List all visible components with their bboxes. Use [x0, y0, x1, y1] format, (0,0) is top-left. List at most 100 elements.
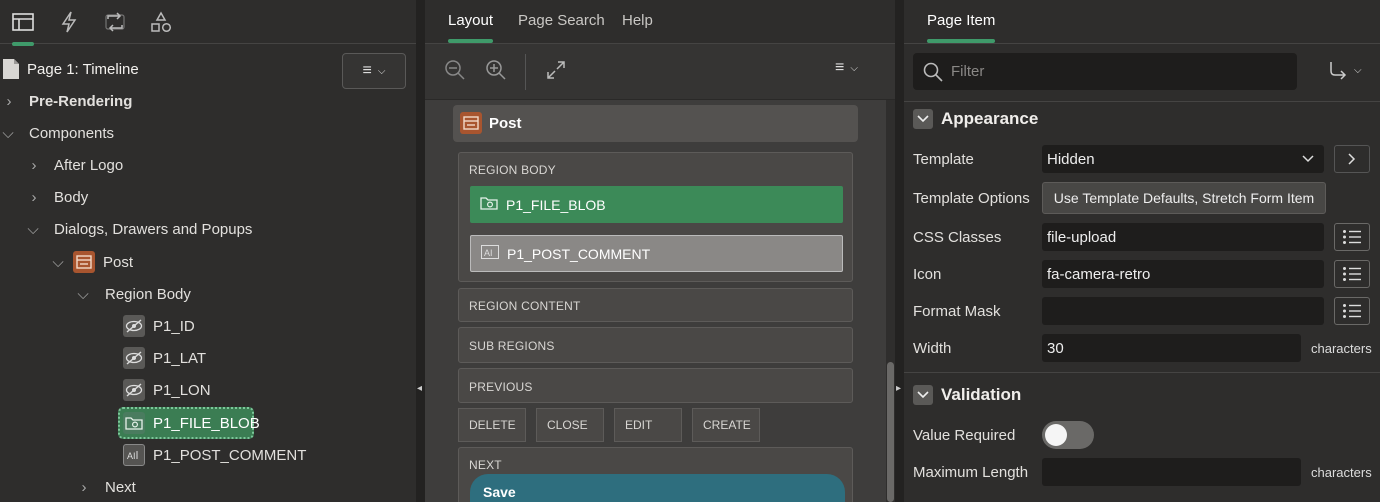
layout-item-post-comment[interactable]: AI P1_POST_COMMENT: [470, 235, 843, 272]
page-icon: [3, 59, 19, 79]
template-select[interactable]: Hidden: [1042, 145, 1324, 173]
format-mask-label: Format Mask: [913, 303, 1001, 320]
hidden-item-icon: [123, 315, 145, 337]
button-create[interactable]: CREATE: [692, 408, 760, 442]
tab-help[interactable]: Help: [622, 12, 653, 29]
tree-label: P1_ID: [153, 317, 195, 335]
tree-node-pre-rendering[interactable]: › Pre-Rendering: [0, 86, 416, 116]
section-appearance-header[interactable]: Appearance: [913, 104, 1038, 134]
tree-node-item[interactable]: P1_ID: [0, 311, 416, 341]
shared-components-tab[interactable]: [148, 10, 174, 34]
tree-node-item-selected[interactable]: P1_FILE_BLOB: [0, 408, 416, 438]
textarea-item-icon: AI: [481, 245, 499, 262]
filter-input[interactable]: [951, 63, 1271, 80]
template-options-button[interactable]: Use Template Defaults, Stretch Form Item: [1042, 182, 1326, 214]
layout-menu-button[interactable]: ≡ ⌵: [835, 59, 858, 77]
toolbar-divider: [525, 54, 526, 90]
chevron-down-icon: ⌵: [377, 65, 386, 77]
region-content-slot[interactable]: REGION CONTENT: [458, 288, 853, 322]
css-classes-list-button[interactable]: [1334, 223, 1370, 251]
region-title: Post: [489, 115, 522, 132]
tree-label: Body: [54, 188, 89, 206]
zoom-in-icon: [486, 60, 506, 80]
layout-canvas: Post REGION BODY P1_FILE_BLOB AI P1_POST…: [425, 100, 895, 502]
tree-node-after-logo[interactable]: › After Logo: [0, 150, 416, 180]
chevron-down-icon: [1302, 155, 1314, 163]
rendering-tree-pane: Page 1: Timeline ≡ ⌵ › Pre-Rendering ⌵ C…: [0, 0, 416, 502]
sub-regions-slot[interactable]: SUB REGIONS: [458, 327, 853, 363]
previous-slot[interactable]: PREVIOUS: [458, 368, 853, 403]
item-label: P1_FILE_BLOB: [506, 196, 606, 213]
tree-node-region-body[interactable]: ⌵ Region Body: [0, 279, 416, 309]
right-splitter[interactable]: ▸: [895, 0, 904, 502]
template-label: Template: [913, 151, 974, 168]
chevron-right-icon: [1348, 153, 1356, 165]
tree-node-item[interactable]: P1_LON: [0, 375, 416, 405]
zoom-out-button[interactable]: [443, 58, 467, 82]
property-editor-pane: Page Item ⌵ Appearance Template Hidden T…: [904, 0, 1380, 502]
rendering-tab[interactable]: [10, 10, 36, 46]
chevron-down-icon: [913, 385, 933, 405]
region-icon: [73, 251, 95, 273]
layout-item-file-blob[interactable]: P1_FILE_BLOB: [470, 186, 843, 223]
tree-node-next[interactable]: › Next: [0, 472, 416, 502]
icon-label: Icon: [913, 266, 942, 283]
tree-node-item[interactable]: P1_LAT: [0, 343, 416, 373]
value-required-toggle[interactable]: [1042, 421, 1094, 449]
go-to-group-button[interactable]: ⌵: [1328, 60, 1362, 80]
format-mask-field[interactable]: [1042, 297, 1324, 325]
tree-node-post[interactable]: ⌵ Post: [0, 247, 416, 277]
left-splitter[interactable]: ◂: [416, 0, 425, 502]
region-icon: [460, 112, 482, 134]
tree-label: Components: [29, 124, 115, 142]
tree-label: Dialogs, Drawers and Popups: [54, 220, 253, 238]
chevron-right-icon: ›: [31, 156, 37, 174]
processing-tab[interactable]: [102, 10, 128, 34]
tree-label: Pre-Rendering: [29, 92, 133, 110]
file-upload-icon: [123, 412, 145, 434]
width-field[interactable]: 30: [1042, 334, 1301, 362]
tab-layout[interactable]: Layout: [448, 12, 494, 43]
chevron-down-icon: ⌵: [27, 220, 39, 238]
middle-tabbar: Layout Page Search Help: [425, 0, 895, 44]
region-post-header[interactable]: Post: [453, 105, 858, 142]
button-delete[interactable]: DELETE: [458, 408, 526, 442]
tree-node-item[interactable]: AI P1_POST_COMMENT: [0, 440, 416, 470]
css-classes-field[interactable]: file-upload: [1042, 223, 1324, 251]
next-slot[interactable]: NEXT Save: [458, 447, 853, 502]
button-edit[interactable]: EDIT: [614, 408, 682, 442]
tree-menu-button[interactable]: ≡ ⌵: [342, 53, 406, 89]
hamburger-icon: ≡: [835, 59, 845, 76]
expand-button[interactable]: [544, 58, 568, 82]
dynamic-actions-tab[interactable]: [56, 10, 82, 34]
tab-page-search[interactable]: Page Search: [518, 12, 605, 29]
scrollbar-thumb[interactable]: [887, 362, 894, 502]
slot-label: SUB REGIONS: [469, 339, 555, 353]
divider: [904, 101, 1380, 102]
format-mask-list-button[interactable]: [1334, 297, 1370, 325]
tab-page-item[interactable]: Page Item: [927, 12, 996, 43]
tree-label: Next: [105, 478, 136, 496]
region-body-slot[interactable]: REGION BODY P1_FILE_BLOB AI P1_POST_COMM…: [458, 152, 853, 282]
hidden-item-icon: [123, 347, 145, 369]
textarea-item-icon: AI: [123, 444, 145, 466]
save-button[interactable]: Save: [470, 474, 845, 502]
toggle-knob: [1045, 424, 1067, 446]
tree-node-components[interactable]: ⌵ Components: [0, 118, 416, 148]
button-close[interactable]: CLOSE: [536, 408, 604, 442]
item-label: P1_POST_COMMENT: [507, 245, 651, 262]
layout-scrollbar[interactable]: [886, 100, 895, 502]
tree-label: P1_POST_COMMENT: [153, 446, 307, 464]
icon-field[interactable]: fa-camera-retro: [1042, 260, 1324, 288]
layout-pane: Layout Page Search Help ≡ ⌵ Post REGION …: [425, 0, 895, 502]
list-icon: [1343, 230, 1361, 244]
tree-node-dialogs[interactable]: ⌵ Dialogs, Drawers and Popups: [0, 214, 416, 244]
max-length-units: characters: [1311, 465, 1372, 480]
section-validation-header[interactable]: Validation: [913, 380, 1021, 410]
zoom-in-button[interactable]: [484, 58, 508, 82]
icon-picker-button[interactable]: [1334, 260, 1370, 288]
max-length-field[interactable]: [1042, 458, 1301, 486]
tree-node-body[interactable]: › Body: [0, 182, 416, 212]
template-next-button[interactable]: [1334, 145, 1370, 173]
tree-label: P1_FILE_BLOB: [153, 414, 260, 432]
